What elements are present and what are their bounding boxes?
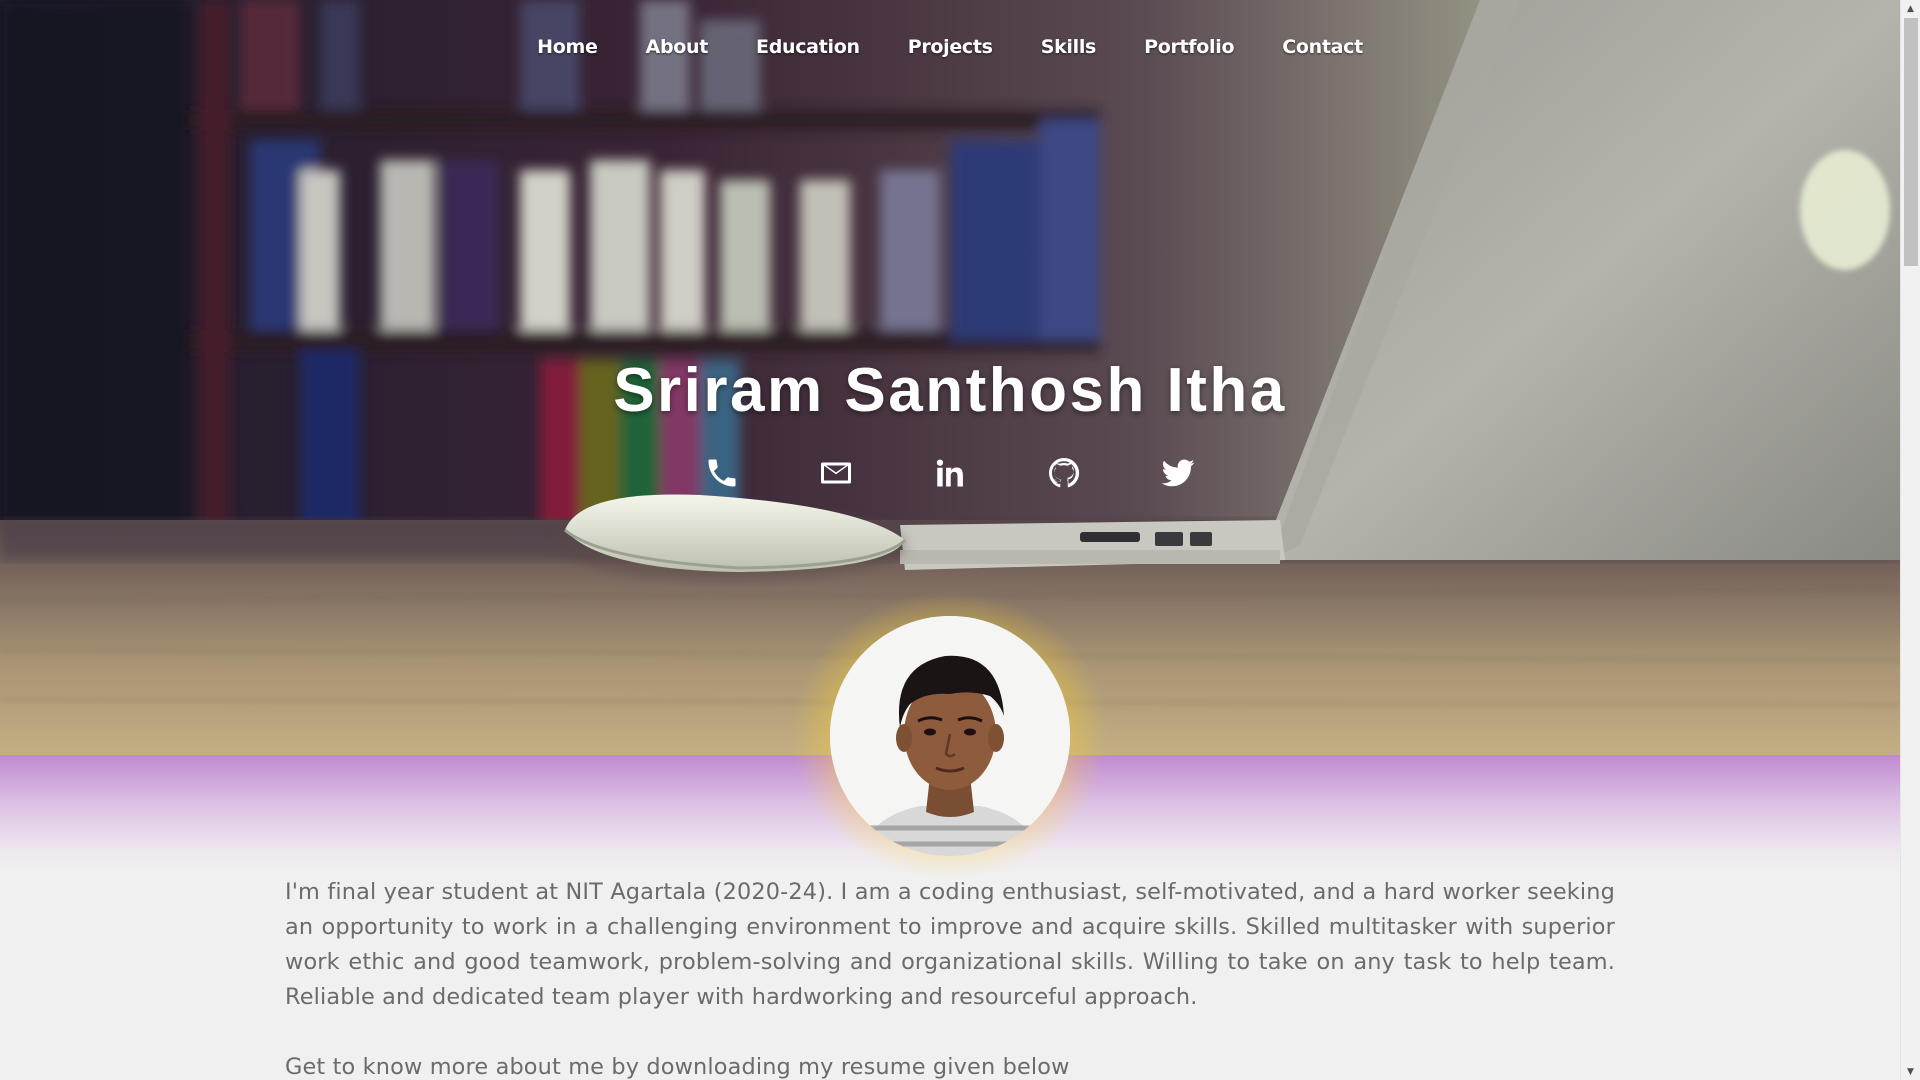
profile-avatar: [830, 616, 1070, 856]
nav-link-home[interactable]: Home: [513, 30, 621, 64]
scroll-up-arrow-icon[interactable]: ▲: [1901, 0, 1920, 17]
twitter-icon[interactable]: [1160, 455, 1196, 491]
profile-photo: [830, 616, 1070, 856]
hero-name-title: Sriram Santhosh Itha: [613, 356, 1287, 425]
nav-link-projects[interactable]: Projects: [884, 30, 1017, 64]
resume-download-prompt: Get to know more about me by downloading…: [285, 1054, 1070, 1080]
email-icon[interactable]: [818, 455, 854, 491]
linkedin-icon[interactable]: [932, 455, 968, 491]
nav-link-portfolio[interactable]: Portfolio: [1120, 30, 1258, 64]
social-links: [0, 455, 1900, 491]
main-navigation: Home About Education Projects Skills Por…: [0, 30, 1900, 64]
scroll-down-arrow-icon[interactable]: ▼: [1901, 1063, 1920, 1080]
scrollbar-thumb[interactable]: [1904, 18, 1918, 266]
phone-icon[interactable]: [704, 455, 740, 491]
nav-link-education[interactable]: Education: [732, 30, 884, 64]
vertical-scrollbar[interactable]: ▲ ▼: [1900, 0, 1920, 1080]
about-paragraph: I'm final year student at NIT Agartala (…: [285, 879, 1615, 1010]
nav-link-contact[interactable]: Contact: [1258, 30, 1387, 64]
github-icon[interactable]: [1046, 455, 1082, 491]
nav-link-skills[interactable]: Skills: [1017, 30, 1120, 64]
nav-link-about[interactable]: About: [622, 30, 732, 64]
